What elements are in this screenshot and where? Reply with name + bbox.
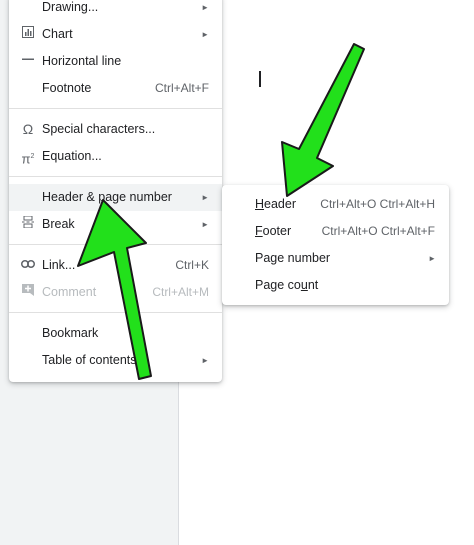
- menu-item-table-of-contents[interactable]: Table of contents ►: [9, 347, 222, 374]
- menu-item-equation[interactable]: π2 Equation...: [9, 143, 222, 170]
- menu-item-special-characters[interactable]: Ω Special characters...: [9, 116, 222, 143]
- shortcut-label: Ctrl+Alt+F: [154, 81, 209, 95]
- mnemonic-letter: u: [300, 278, 308, 292]
- insert-menu: Drawing... ► Chart ► Horizontal line Foo…: [9, 0, 222, 382]
- menu-item-label: Special characters...: [42, 122, 156, 136]
- mnemonic-letter: H: [255, 197, 265, 211]
- omega-icon: Ω: [22, 121, 34, 137]
- menu-item-label: Header: [255, 191, 296, 218]
- submenu-arrow-icon: ►: [201, 220, 209, 229]
- menu-item-bookmark[interactable]: Bookmark: [9, 320, 222, 347]
- shortcut-label: Ctrl+K: [175, 258, 209, 272]
- bar-chart-icon: [20, 21, 36, 48]
- label-rest: ooter: [262, 224, 292, 238]
- menu-separator: [9, 244, 222, 245]
- label-part: Page co: [255, 278, 301, 292]
- submenu-item-page-count[interactable]: Page count: [222, 272, 449, 299]
- label-rest: eader: [264, 197, 297, 211]
- menu-item-label: Comment: [42, 285, 97, 299]
- menu-item-label: Footer: [255, 218, 291, 245]
- submenu-arrow-icon: ►: [428, 254, 436, 263]
- menu-item-label: Horizontal line: [42, 54, 122, 68]
- label-part: nt: [307, 278, 319, 292]
- add-comment-icon: [20, 279, 36, 306]
- page-break-icon: [20, 211, 36, 238]
- menu-separator: [9, 312, 222, 313]
- menu-item-label: Page number: [255, 245, 330, 272]
- menu-item-label: Header & page number: [42, 190, 172, 204]
- label-part: Pa: [255, 251, 271, 265]
- mnemonic-letter: F: [255, 224, 263, 238]
- submenu-item-header[interactable]: Header Ctrl+Alt+O Ctrl+Alt+H: [222, 191, 449, 218]
- menu-separator: [9, 176, 222, 177]
- menu-item-label: Page count: [255, 272, 318, 299]
- menu-item-chart[interactable]: Chart ►: [9, 21, 222, 48]
- shortcut-label: Ctrl+Alt+O Ctrl+Alt+H: [320, 197, 435, 211]
- label-part: e number: [277, 251, 331, 265]
- submenu-arrow-icon: ►: [201, 30, 209, 39]
- menu-item-link[interactable]: Link... Ctrl+K: [9, 252, 222, 279]
- submenu-arrow-icon: ►: [201, 193, 209, 202]
- menu-item-break[interactable]: Break ►: [9, 211, 222, 238]
- submenu-item-page-number[interactable]: Page number ►: [222, 245, 449, 272]
- menu-item-comment[interactable]: Comment Ctrl+Alt+M: [9, 279, 222, 306]
- text-cursor: [259, 71, 261, 87]
- menu-item-label: Link...: [42, 258, 76, 272]
- menu-item-label: Equation...: [42, 149, 102, 163]
- link-icon: [20, 252, 36, 279]
- shortcut-label: Ctrl+Alt+O Ctrl+Alt+F: [321, 224, 435, 238]
- submenu-item-footer[interactable]: Footer Ctrl+Alt+O Ctrl+Alt+F: [222, 218, 449, 245]
- menu-item-label: Table of contents: [42, 353, 137, 367]
- menu-item-label: Bookmark: [42, 326, 99, 340]
- menu-separator: [9, 108, 222, 109]
- menu-item-horizontal-line[interactable]: Horizontal line: [9, 48, 222, 75]
- menu-item-label: Drawing...: [42, 0, 99, 14]
- menu-item-drawing[interactable]: Drawing... ►: [9, 0, 222, 21]
- menu-item-header-page-number[interactable]: Header & page number ►: [9, 184, 222, 211]
- header-page-number-submenu: Header Ctrl+Alt+O Ctrl+Alt+H Footer Ctrl…: [222, 185, 449, 305]
- submenu-arrow-icon: ►: [201, 356, 209, 365]
- menu-item-label: Chart: [42, 27, 73, 41]
- menu-item-label: Footnote: [42, 81, 92, 95]
- pi-squared-icon: π2: [21, 151, 35, 167]
- menu-item-label: Break: [42, 217, 75, 231]
- horizontal-line-icon: [20, 48, 36, 75]
- shortcut-label: Ctrl+Alt+M: [152, 285, 209, 299]
- submenu-arrow-icon: ►: [201, 3, 209, 12]
- menu-item-footnote[interactable]: Footnote Ctrl+Alt+F: [9, 75, 222, 102]
